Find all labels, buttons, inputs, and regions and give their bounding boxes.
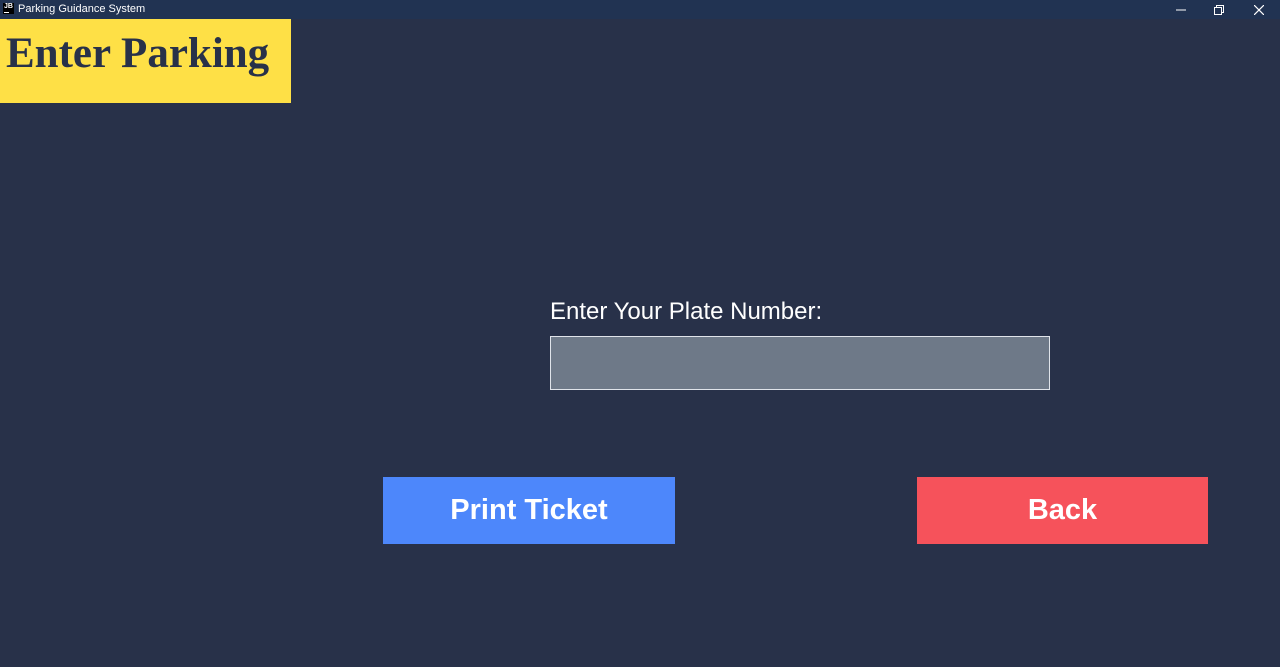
back-button[interactable]: Back [917,477,1208,544]
minimize-button[interactable] [1162,0,1200,19]
window-title: Parking Guidance System [18,3,146,15]
title-bar: JB Parking Guidance System [0,0,1280,19]
restore-button[interactable] [1200,0,1238,19]
plate-number-label: Enter Your Plate Number: [550,298,823,325]
minimize-icon [1176,9,1186,10]
app-window: JB Parking Guidance System Enter Parking… [0,0,1280,667]
app-icon-text: JB [4,3,13,10]
plate-number-input[interactable] [550,336,1050,390]
page-title: Enter Parking [6,30,270,77]
print-ticket-button[interactable]: Print Ticket [383,477,675,544]
close-icon [1254,4,1264,15]
app-icon: JB [3,3,14,14]
restore-icon [1214,4,1224,15]
header-banner: Enter Parking [0,19,291,103]
close-button[interactable] [1240,0,1278,19]
